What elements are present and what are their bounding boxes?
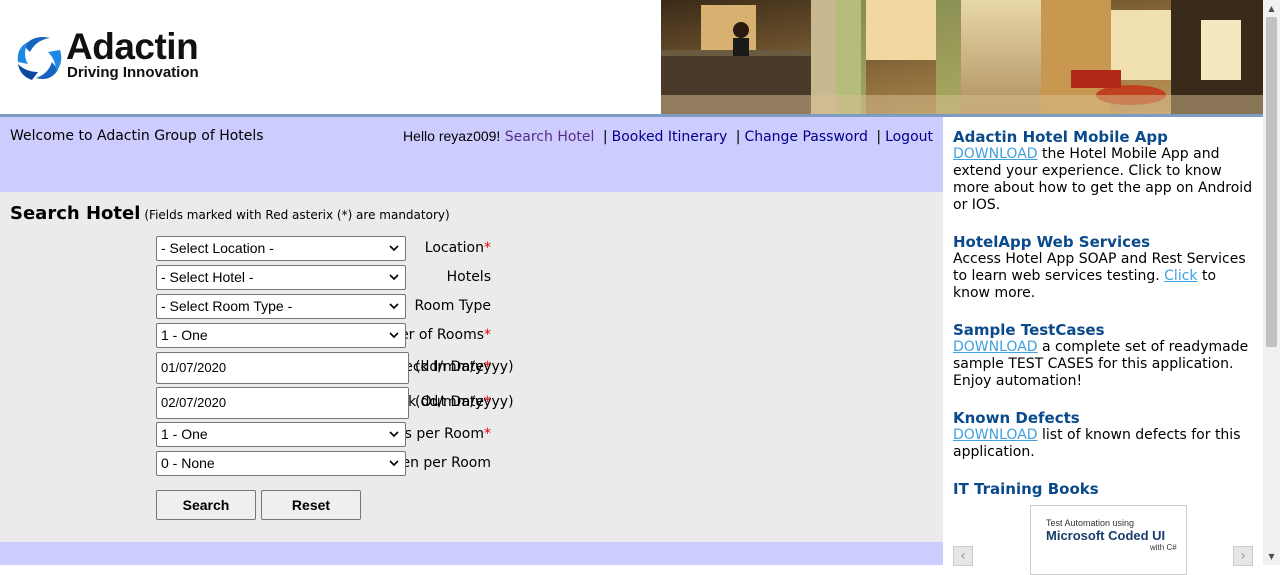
children-per-room-select[interactable]: 0 - None — [156, 451, 406, 476]
training-books-heading: IT Training Books — [953, 480, 1099, 498]
footer-band — [0, 542, 943, 565]
hotels-label: Hotels — [446, 269, 491, 285]
carousel-prev-arrow-icon[interactable]: ‹ — [953, 546, 973, 566]
testcases-heading: Sample TestCases — [953, 321, 1105, 339]
nav-link-logout[interactable]: Logout — [885, 129, 933, 145]
book-title: Microsoft Coded UI — [1046, 528, 1166, 543]
location-select[interactable]: - Select Location - — [156, 236, 406, 261]
adactin-logo[interactable]: Adactin Driving Innovation — [14, 26, 244, 88]
chevron-down-icon — [389, 274, 399, 281]
testcases-section: Sample TestCases DOWNLOAD a complete set… — [953, 321, 1253, 390]
web-services-click-link[interactable]: Click — [1164, 268, 1197, 284]
adactin-swirl-icon — [17, 37, 62, 80]
carousel-next-arrow-icon[interactable]: › — [1233, 546, 1253, 566]
page-title: Search Hotel — [10, 203, 141, 224]
scrollbar-thumb[interactable] — [1266, 17, 1277, 347]
lobby-image — [661, 0, 1263, 114]
page-header: Adactin Driving Innovation — [0, 0, 1263, 114]
search-button[interactable]: Search — [156, 490, 256, 520]
hotel-lobby-banner — [661, 0, 1263, 114]
nav-separator: | — [602, 129, 608, 145]
known-defects-section: Known Defects DOWNLOAD list of known def… — [953, 409, 1253, 461]
scroll-up-icon[interactable]: ▲ — [1263, 0, 1280, 17]
form-heading: Search Hotel (Fields marked with Red aste… — [10, 203, 450, 224]
nav-band: Welcome to Adactin Group of Hotels Hello… — [0, 117, 943, 192]
room-type-label: Room Type — [414, 298, 491, 314]
testcases-download-link[interactable]: DOWNLOAD — [953, 339, 1038, 355]
book-subtitle: Test Automation using — [1046, 518, 1135, 528]
web-services-heading: HotelApp Web Services — [953, 233, 1151, 251]
nav-separator: | — [876, 129, 882, 145]
room-type-select[interactable]: - Select Room Type - — [156, 294, 406, 319]
known-defects-download-link[interactable]: DOWNLOAD — [953, 427, 1038, 443]
mobile-app-section: Adactin Hotel Mobile App DOWNLOAD the Ho… — [953, 128, 1253, 214]
chevron-down-icon — [389, 431, 399, 438]
check-in-date-format-hint: (dd/mm/yyyy) — [415, 359, 514, 375]
check-out-date-input[interactable]: 02/07/2020 — [156, 387, 409, 419]
required-asterisk: * — [484, 327, 491, 343]
page-scrollbar[interactable]: ▲ ▼ — [1263, 0, 1280, 565]
adults-per-room-select[interactable]: 1 - One — [156, 422, 406, 447]
info-sidebar: Adactin Hotel Mobile App DOWNLOAD the Ho… — [943, 117, 1263, 575]
hotels-select[interactable]: - Select Hotel - — [156, 265, 406, 290]
logo-tagline: Driving Innovation — [67, 64, 199, 81]
scroll-down-icon[interactable]: ▼ — [1263, 548, 1280, 565]
book-language: with C# — [1150, 543, 1177, 552]
chevron-down-icon — [389, 460, 399, 467]
location-label: Location* — [424, 240, 491, 256]
user-greeting: Hello reyaz009! — [403, 128, 501, 144]
known-defects-heading: Known Defects — [953, 409, 1080, 427]
nav-link-booked-itinerary[interactable]: Booked Itinerary — [612, 129, 728, 145]
chevron-down-icon — [389, 303, 399, 310]
mandatory-note: (Fields marked with Red asterix (*) are … — [144, 208, 450, 222]
mobile-app-heading: Adactin Hotel Mobile App — [953, 128, 1168, 146]
nav-link-search-hotel[interactable]: Search Hotel — [505, 129, 595, 145]
required-asterisk: * — [484, 426, 491, 442]
user-nav: Hello reyaz009! Search Hotel | Booked Iti… — [403, 128, 933, 145]
logo-name: Adactin — [66, 26, 199, 67]
welcome-text: Welcome to Adactin Group of Hotels — [10, 128, 264, 144]
number-of-rooms-select[interactable]: 1 - One — [156, 323, 406, 348]
training-books-section: IT Training Books — [953, 480, 1253, 498]
required-asterisk: * — [484, 240, 491, 256]
nav-link-change-password[interactable]: Change Password — [744, 129, 867, 145]
web-services-section: HotelApp Web Services Access Hotel App S… — [953, 233, 1253, 302]
chevron-down-icon — [389, 245, 399, 252]
search-hotel-form: Search Hotel (Fields marked with Red aste… — [0, 192, 943, 542]
mobile-app-download-link[interactable]: DOWNLOAD — [953, 146, 1038, 162]
check-out-date-format-hint: (dd/mm/yyyy) — [415, 394, 514, 410]
check-in-date-input[interactable]: 01/07/2020 — [156, 352, 409, 384]
nav-separator: | — [735, 129, 741, 145]
reset-button[interactable]: Reset — [261, 490, 361, 520]
chevron-down-icon — [389, 332, 399, 339]
